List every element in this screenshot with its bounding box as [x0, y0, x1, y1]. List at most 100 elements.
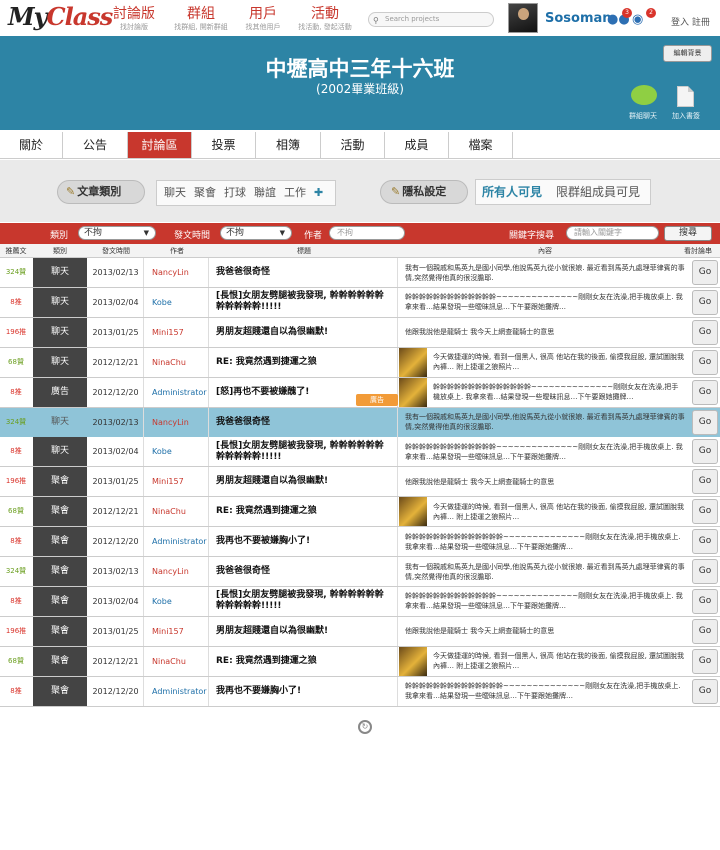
post-author[interactable]: Mini157	[145, 317, 209, 347]
go-button[interactable]: Go	[692, 588, 718, 614]
go-button[interactable]: Go	[692, 349, 718, 375]
avatar[interactable]	[508, 3, 538, 33]
post-title[interactable]: RE: 我竟然遇到捷運之狼	[210, 347, 398, 377]
add-category-icon[interactable]: ✚	[314, 186, 323, 199]
article-category-button[interactable]: ✎ 文章類別	[57, 180, 145, 204]
tab-about[interactable]: 關於	[0, 132, 63, 158]
go-button[interactable]: Go	[692, 648, 718, 674]
post-thumbnail[interactable]	[399, 497, 427, 527]
post-author[interactable]: NinaChu	[145, 497, 209, 527]
post-author[interactable]: Mini157	[145, 467, 209, 497]
messages-icon[interactable]: ◉	[632, 12, 643, 27]
post-author[interactable]: Administrator	[145, 527, 209, 557]
post-thumbnail[interactable]	[399, 646, 427, 676]
search-button[interactable]: 搜尋	[664, 226, 712, 241]
table-row[interactable]: 8推 聚會 2012/12/20 Administrator 我再也不要被嫌胸小了! 幹幹…	[0, 527, 720, 558]
post-author[interactable]: Administrator	[145, 377, 209, 407]
table-row[interactable]: 8推 聊天 2013/02/04 Kobe [長恨]女朋友劈腿被我發現, 幹幹幹幹幹幹幹…	[0, 437, 720, 468]
bookmark-icon[interactable]	[677, 86, 694, 107]
group-chat-label[interactable]: 群組聊天	[629, 111, 657, 121]
go-button[interactable]: Go	[692, 289, 718, 315]
table-row[interactable]: 8推 聊天 2013/02/04 Kobe [長恨]女朋友劈腿被我發現, 幹幹幹幹幹幹幹…	[0, 287, 720, 318]
post-author[interactable]: NinaChu	[145, 646, 209, 676]
tab-albums[interactable]: 相簿	[256, 132, 321, 158]
go-button[interactable]: Go	[692, 678, 718, 704]
tab-events[interactable]: 活動	[321, 132, 385, 158]
tab-announcements[interactable]: 公告	[63, 132, 128, 158]
go-button[interactable]: Go	[692, 439, 718, 465]
nav-forum[interactable]: 討論版 找討論版	[108, 6, 160, 32]
table-row[interactable]: 324贊 聚會 2013/02/13 NancyLin 我爸爸很奇怪 我有一個親戚和馬英九…	[0, 557, 720, 587]
go-button[interactable]: Go	[692, 469, 718, 495]
tab-discussion[interactable]: 討論區	[128, 132, 192, 158]
table-row[interactable]: 8推 聚會 2012/12/20 Administrator 我再也不要嫌胸小了! 幹幹幹…	[0, 676, 720, 707]
post-author[interactable]: Administrator	[145, 676, 209, 706]
bookmark-label[interactable]: 加入書簽	[672, 111, 700, 121]
category-chat[interactable]: 聊天	[164, 186, 186, 199]
post-author[interactable]: Mini157	[145, 616, 209, 646]
post-title[interactable]: [長恨]女朋友劈腿被我發現, 幹幹幹幹幹幹幹幹幹幹幹!!!!!	[210, 437, 398, 467]
table-row[interactable]: 68贊 聊天 2012/12/21 NinaChu RE: 我竟然遇到捷運之狼 今天做捷運…	[0, 347, 720, 378]
post-author[interactable]: Kobe	[145, 586, 209, 616]
go-button[interactable]: Go	[692, 499, 718, 525]
username[interactable]: Sosoman	[545, 11, 612, 26]
post-title[interactable]: [長恨]女朋友劈腿被我發現, 幹幹幹幹幹幹幹幹幹幹幹!!!!!	[210, 586, 398, 616]
post-time-select[interactable]: 不拘 ▼	[220, 226, 292, 240]
post-author[interactable]: Kobe	[145, 287, 209, 317]
post-author[interactable]: Kobe	[145, 437, 209, 467]
group-chat-icon[interactable]	[631, 85, 657, 105]
post-title[interactable]: 男朋友超賤還自以為很幽默!	[210, 317, 398, 347]
post-author[interactable]: NancyLin	[145, 258, 209, 287]
post-title[interactable]: 我爸爸很奇怪	[210, 258, 398, 287]
table-row[interactable]: 196推 聚會 2013/01/25 Mini157 男朋友超賤還自以為很幽默! 他跟我說…	[0, 616, 720, 647]
tab-files[interactable]: 檔案	[449, 132, 513, 158]
go-button[interactable]: Go	[692, 260, 718, 285]
nav-users[interactable]: 用戶 找其他用戶	[240, 6, 286, 32]
post-title[interactable]: [長恨]女朋友劈腿被我發現, 幹幹幹幹幹幹幹幹幹幹幹!!!!!	[210, 287, 398, 317]
go-button[interactable]: Go	[692, 618, 718, 644]
post-title[interactable]: RE: 我竟然遇到捷運之狼	[210, 646, 398, 676]
category-social[interactable]: 聯誼	[254, 186, 276, 199]
search-input[interactable]: ⚲ Search projects	[368, 12, 494, 27]
table-row[interactable]: 68贊 聚會 2012/12/21 NinaChu RE: 我竟然遇到捷運之狼 今天做捷運…	[0, 497, 720, 528]
post-title[interactable]: RE: 我竟然遇到捷運之狼	[210, 497, 398, 527]
category-gathering[interactable]: 聚會	[194, 186, 216, 199]
post-title[interactable]: 我再也不要被嫌胸小了!	[210, 527, 398, 557]
go-button[interactable]: Go	[692, 559, 718, 584]
category-select[interactable]: 不拘 ▼	[78, 226, 156, 240]
visibility-public[interactable]: 所有人可見	[482, 185, 542, 199]
keyword-input[interactable]: 請輸入關鍵字	[566, 226, 659, 240]
post-title[interactable]: 男朋友超賤還自以為很幽默!	[210, 616, 398, 646]
category-ball[interactable]: 打球	[224, 186, 246, 199]
table-row[interactable]: 196推 聚會 2013/01/25 Mini157 男朋友超賤還自以為很幽默! 他跟我說…	[0, 467, 720, 498]
go-button[interactable]: Go	[692, 379, 718, 405]
myclass-logo[interactable]: MyClass	[8, 2, 113, 31]
author-input[interactable]: 不拘	[329, 226, 405, 240]
tab-members[interactable]: 成員	[385, 132, 449, 158]
post-thumbnail[interactable]	[399, 377, 427, 407]
edit-background-button[interactable]: 編輯背景	[663, 45, 712, 62]
login-register-link[interactable]: 登入 註冊	[671, 15, 710, 28]
privacy-settings-button[interactable]: ✎ 隱私設定	[380, 180, 468, 204]
table-row[interactable]: 324贊 聊天 2013/02/13 NancyLin 我爸爸很奇怪 我有一個親戚和馬英九…	[0, 258, 720, 288]
visibility-members-only[interactable]: 限群組成員可見	[556, 185, 640, 199]
post-title[interactable]: 我再也不要嫌胸小了!	[210, 676, 398, 706]
post-thumbnail[interactable]	[399, 347, 427, 377]
post-title[interactable]: 我爸爸很奇怪	[210, 407, 398, 437]
post-title[interactable]: 男朋友超賤還自以為很幽默!	[210, 467, 398, 497]
category-work[interactable]: 工作	[284, 186, 306, 199]
nav-groups[interactable]: 群組 找群組, 開新群組	[168, 6, 234, 32]
nav-events[interactable]: 活動 找活動, 發起活動	[292, 6, 358, 32]
post-author[interactable]: NinaChu	[145, 347, 209, 377]
table-row[interactable]: 8推 聚會 2013/02/04 Kobe [長恨]女朋友劈腿被我發現, 幹幹幹幹幹幹幹…	[0, 586, 720, 617]
post-author[interactable]: NancyLin	[145, 557, 209, 586]
tab-polls[interactable]: 投票	[192, 132, 256, 158]
post-title[interactable]: 我爸爸很奇怪	[210, 557, 398, 586]
table-row[interactable]: 68贊 聚會 2012/12/21 NinaChu RE: 我竟然遇到捷運之狼 今天做捷運…	[0, 646, 720, 677]
go-button[interactable]: Go	[692, 529, 718, 555]
table-row[interactable]: 196推 聊天 2013/01/25 Mini157 男朋友超賤還自以為很幽默! 他跟我說…	[0, 317, 720, 348]
go-button[interactable]: Go	[692, 319, 718, 345]
table-row[interactable]: 324贊 聊天 2013/02/13 NancyLin 我爸爸很奇怪 我有一個親戚和馬英九…	[0, 407, 720, 438]
go-button[interactable]: Go	[692, 409, 718, 435]
post-author[interactable]: NancyLin	[145, 407, 209, 437]
